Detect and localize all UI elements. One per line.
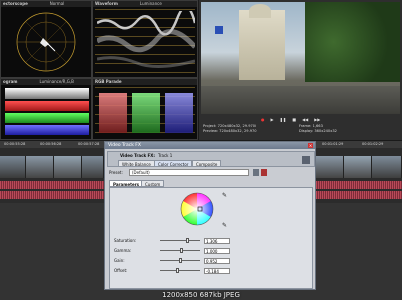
timecode-4: 00:01:01:29 xyxy=(322,142,344,146)
gain-label: Gain: xyxy=(114,258,125,263)
histogram-panel: ogram Luminance/R,G,B xyxy=(0,78,92,140)
preview-label: Preview: xyxy=(203,128,219,133)
display-value: 360x240x32 xyxy=(314,128,337,133)
parade-title: RGB Parade xyxy=(95,79,122,84)
tab-bar: Parameters Custom xyxy=(109,180,313,187)
param-row-saturation: Saturation: 1.306 xyxy=(114,237,308,244)
histogram-green xyxy=(5,113,89,123)
project-label: Project: xyxy=(203,124,217,128)
waveform-title: Waveform xyxy=(95,1,118,6)
timecode-5: 00:01:02:29 xyxy=(362,142,384,146)
chain-options-icon[interactable] xyxy=(302,156,310,164)
histogram-red xyxy=(5,101,89,111)
param-row-offset: Offset: -0.184 xyxy=(114,267,308,274)
video-clip[interactable] xyxy=(54,156,82,178)
offset-label: Offset: xyxy=(114,268,128,273)
preview-value: 720x480x32, 29.970 xyxy=(219,128,257,133)
preset-row: Preset: (Default) xyxy=(107,169,315,177)
signpost-shape xyxy=(215,26,223,34)
param-row-gamma: Gamma: 1.000 xyxy=(114,247,308,254)
preview-info: Project: 720x480x32, 29.970i Frame: 1,66… xyxy=(203,124,398,138)
next-frame-button[interactable]: ▶▶ xyxy=(314,117,320,122)
waveform-mode[interactable]: Luminance xyxy=(140,1,162,6)
preview-image[interactable] xyxy=(201,2,400,114)
histogram-luma xyxy=(5,88,89,99)
road-shape xyxy=(201,86,400,114)
tab-custom[interactable]: Custom xyxy=(141,180,165,187)
timecode-1: 00:00:55:28 xyxy=(4,142,26,146)
image-info-caption: 1200x850 687kb JPEG xyxy=(162,291,240,299)
cathedral-shape xyxy=(239,10,285,80)
delete-preset-icon[interactable] xyxy=(261,169,267,176)
video-clip[interactable] xyxy=(316,156,344,178)
video-clip[interactable] xyxy=(26,156,54,178)
histogram-mode[interactable]: Luminance/R,G,B xyxy=(39,79,73,84)
timecode-2: 00:00:56:28 xyxy=(40,142,62,146)
pause-button[interactable]: ❚❚ xyxy=(280,117,287,122)
vectorscope-mode[interactable]: Normal xyxy=(50,1,64,6)
parade-red xyxy=(99,93,127,133)
frame-value: 1,663 xyxy=(312,124,323,128)
parade-blue xyxy=(165,93,193,133)
display-label: Display: xyxy=(299,128,314,133)
cathedral-dome xyxy=(249,4,271,18)
transport-bar: ● ▶ ❚❚ ■ ◀◀ ▶▶ xyxy=(201,116,400,122)
offset-input[interactable]: -0.184 xyxy=(204,267,230,274)
eyedropper-icon-top[interactable]: ✎ xyxy=(222,192,227,199)
gamma-label: Gamma: xyxy=(114,248,132,253)
timecode-3: 00:00:57:28 xyxy=(78,142,100,146)
frame-label: Frame: xyxy=(299,124,312,128)
gain-input[interactable]: 0.952 xyxy=(204,257,230,264)
parameters-area: ✎ ✎ Saturation: 1.306 Gamma: 1.000 Gain:… xyxy=(109,187,313,289)
tab-parameters[interactable]: Parameters xyxy=(109,180,144,187)
waveform-trace xyxy=(97,11,195,68)
video-clip[interactable] xyxy=(372,156,402,178)
saturation-slider[interactable] xyxy=(186,238,189,243)
project-value: 720x480x32, 29.970i xyxy=(217,124,257,128)
dialog-title: Video Track FX xyxy=(105,142,315,149)
video-clip[interactable] xyxy=(82,156,104,178)
trees-shape xyxy=(305,2,400,82)
fx-composite[interactable]: Composite xyxy=(192,160,222,167)
save-preset-icon[interactable] xyxy=(253,169,259,176)
close-icon[interactable]: × xyxy=(308,143,313,148)
prev-frame-button[interactable]: ◀◀ xyxy=(302,117,308,122)
histogram-blue xyxy=(5,125,89,135)
preset-label: Preset: xyxy=(109,170,123,175)
preset-dropdown[interactable]: (Default) xyxy=(129,169,249,176)
waveform-panel: Waveform Luminance xyxy=(92,0,198,78)
video-clip[interactable] xyxy=(344,156,372,178)
color-wheel[interactable] xyxy=(180,192,214,226)
video-preview-panel: ● ▶ ❚❚ ■ ◀◀ ▶▶ Project: 720x480x32, 29.9… xyxy=(199,0,402,140)
vectorscope-title: ectorscope xyxy=(3,1,28,6)
offset-slider[interactable] xyxy=(176,268,179,273)
chain-label: Video Track FX: xyxy=(120,153,155,158)
saturation-label: Saturation: xyxy=(114,238,137,243)
video-clip[interactable] xyxy=(0,156,26,178)
record-button[interactable]: ● xyxy=(261,117,265,122)
gain-slider[interactable] xyxy=(179,258,182,263)
play-button[interactable]: ▶ xyxy=(271,117,274,122)
fx-color-corrector[interactable]: Color Corrector xyxy=(154,160,193,167)
stop-button[interactable]: ■ xyxy=(292,117,296,122)
video-track-fx-dialog: Video Track FX × Video Track FX: Track 1… xyxy=(104,141,316,290)
eyedropper-icon-bottom[interactable]: ✎ xyxy=(222,222,227,229)
fx-white-balance[interactable]: White Balance xyxy=(118,160,155,167)
parade-green xyxy=(132,93,160,133)
gamma-input[interactable]: 1.000 xyxy=(204,247,230,254)
fx-chain-row: Video Track FX: Track 1 White Balance Co… xyxy=(107,151,315,167)
vectorscope-panel: ectorscope Normal xyxy=(0,0,92,78)
histogram-title: ogram xyxy=(3,79,18,84)
gamma-slider[interactable] xyxy=(180,248,183,253)
chain-track: Track 1 xyxy=(158,153,173,158)
vectorscope-graph xyxy=(16,12,76,72)
saturation-input[interactable]: 1.306 xyxy=(204,237,230,244)
parade-panel: RGB Parade xyxy=(92,78,198,140)
param-row-gain: Gain: 0.952 xyxy=(114,257,308,264)
